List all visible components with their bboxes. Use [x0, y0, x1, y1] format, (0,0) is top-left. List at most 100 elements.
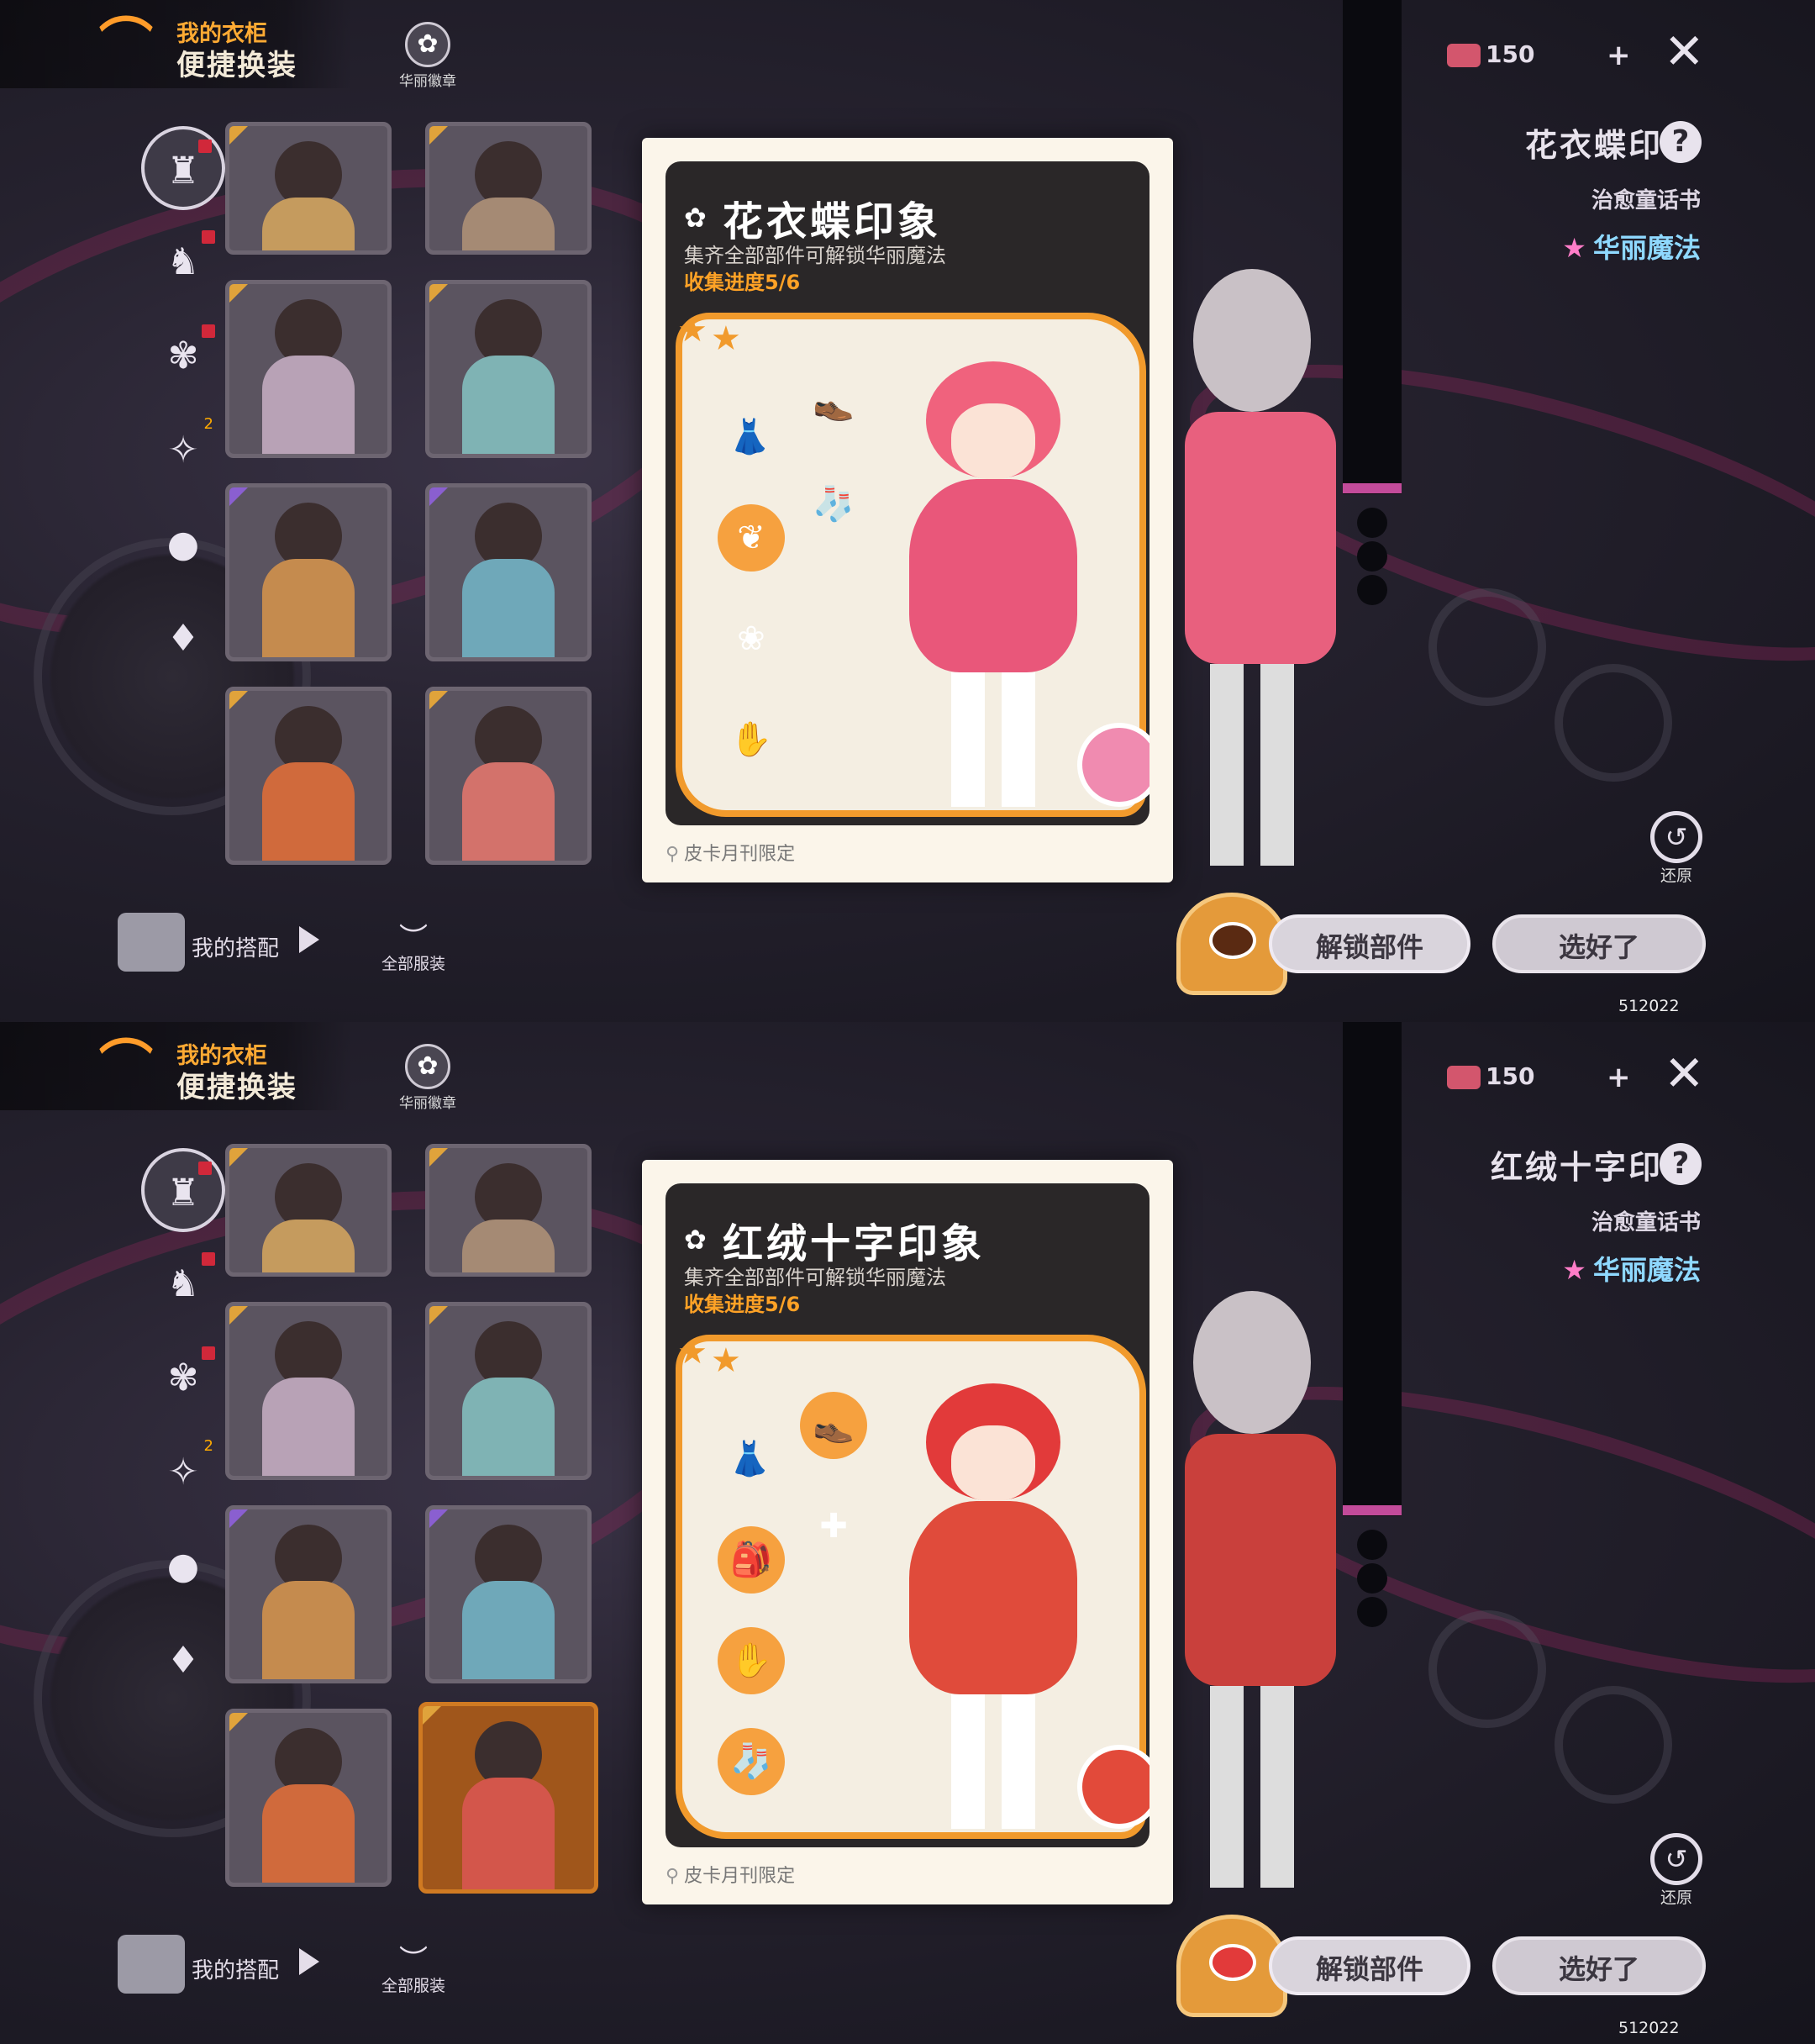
background-button-deco — [1555, 1686, 1672, 1804]
card-subtitle: 集齐全部部件可解锁华丽魔法 — [684, 244, 946, 267]
outfit-card[interactable] — [225, 1144, 392, 1277]
outfit-card[interactable] — [225, 687, 392, 865]
play-icon — [299, 926, 319, 953]
unlock-parts-button[interactable]: 解锁部件 — [1269, 914, 1470, 973]
hairpin-part-icon: ❦ — [718, 504, 785, 572]
sparkle-icon: ★ — [1562, 232, 1586, 264]
flower-badge-icon: ✿ — [405, 1044, 450, 1089]
background-button-deco — [1428, 588, 1546, 706]
eye-closed-icon: ︶ — [399, 922, 428, 956]
outfit-card[interactable] — [425, 687, 592, 865]
book-name: 治愈童话书 — [1591, 188, 1701, 213]
socks-part-icon: 🧦 — [718, 1728, 785, 1795]
dress-part-icon: 👗 — [729, 418, 771, 456]
gorgeous-badge-button[interactable]: ✿ 华丽徽章 — [392, 1044, 464, 1112]
all-clothes-button[interactable]: ︶ 全部服装 — [363, 1947, 464, 1996]
badge-label: 华丽徽章 — [399, 73, 456, 90]
nail-polish-icon[interactable]: ♦ — [141, 597, 225, 681]
card-artwork: ★ ★ 👗 👞 ❦ 🧦 ❀ ✋ — [676, 311, 1150, 817]
collection-progress: 收集进度5/6 — [684, 271, 801, 294]
card-inner: ✿ 花衣蝶印象 集齐全部部件可解锁华丽魔法 收集进度5/6 ★ ★ 👗 👞 ❦ … — [666, 161, 1150, 825]
outfit-card[interactable] — [225, 483, 392, 661]
source-label: 皮卡月刊限定 — [684, 844, 796, 865]
flower-badge-icon: ✿ — [405, 22, 450, 67]
accessory-icon[interactable]: ✾ — [141, 1336, 225, 1420]
outfit-card[interactable] — [425, 1302, 592, 1480]
location-pin-icon: ⚲ — [666, 1866, 680, 1887]
outfit-detail-card: ✿ 红绒十字印象 集齐全部部件可解锁华丽魔法 收集进度5/6 ★ ★ 👗 👞 🎒… — [642, 1160, 1173, 1904]
quick-change-title: 便捷换装 — [176, 49, 297, 82]
outfit-card[interactable] — [225, 1709, 392, 1887]
card-inner: ✿ 红绒十字印象 集齐全部部件可解锁华丽魔法 收集进度5/6 ★ ★ 👗 👞 🎒… — [666, 1183, 1150, 1847]
background-button-deco — [1555, 664, 1672, 782]
hair-icon[interactable]: ● — [141, 1525, 225, 1609]
all-clothes-button[interactable]: ︶ 全部服装 — [363, 922, 464, 974]
restore-button[interactable]: ↺ 还原 — [1647, 811, 1706, 886]
outfit-card[interactable] — [425, 483, 592, 661]
star-icon: ★ — [677, 1333, 708, 1372]
help-icon[interactable]: ? — [1660, 121, 1702, 163]
close-icon[interactable]: ✕ — [1664, 27, 1705, 76]
play-icon — [299, 1948, 319, 1975]
my-outfit-label: 我的搭配 — [192, 1958, 280, 1983]
unlock-parts-button[interactable]: 解锁部件 — [1269, 1936, 1470, 1995]
outfit-card[interactable] — [225, 1302, 392, 1480]
outfit-icon[interactable]: ♞ — [141, 220, 225, 304]
gloves-part-icon: ✋ — [730, 720, 772, 759]
outfit-avatar — [118, 1935, 185, 1994]
wand-icon[interactable]: ✧ 2 — [141, 1430, 225, 1515]
build-id: 512022 — [1618, 997, 1680, 1015]
outfit-card[interactable] — [425, 122, 592, 255]
outfit-card[interactable] — [225, 122, 392, 255]
restore-label: 还原 — [1660, 867, 1692, 885]
outfit-card[interactable] — [425, 1144, 592, 1277]
accessory-icon[interactable]: ✾ — [141, 314, 225, 398]
ticket-icon — [1447, 44, 1481, 67]
outfit-card[interactable] — [225, 280, 392, 458]
outfit-card[interactable] — [425, 280, 592, 458]
restore-button[interactable]: ↺ 还原 — [1647, 1833, 1706, 1908]
close-icon[interactable]: ✕ — [1664, 1049, 1705, 1098]
ticket-icon — [1447, 1066, 1481, 1089]
character-preview[interactable] — [1160, 269, 1378, 874]
currency-value: 150 — [1486, 1062, 1535, 1090]
outfit-icon[interactable]: ♞ — [141, 1242, 225, 1326]
hair-icon[interactable]: ● — [141, 503, 225, 587]
nail-polish-icon[interactable]: ♦ — [141, 1619, 225, 1703]
flower-badge-icon: ✿ — [684, 1224, 707, 1256]
outfit-card[interactable] — [225, 1505, 392, 1683]
badge-label: 华丽徽章 — [399, 1095, 456, 1112]
all-clothes-label: 全部服装 — [381, 1977, 445, 1995]
quick-change-title: 便捷换装 — [176, 1071, 297, 1104]
character-preview[interactable] — [1160, 1291, 1378, 1896]
help-icon[interactable]: ? — [1660, 1143, 1702, 1185]
coat-icon[interactable]: ♜ — [141, 126, 225, 210]
star-icon: ★ — [711, 1341, 741, 1380]
magic-label[interactable]: ★ 华丽魔法 — [1562, 1249, 1701, 1288]
wardrobe-screen-1: ⌒ 我的衣柜 便捷换装 ✿ 华丽徽章 ♜ ♞ ✾ ✧ 2 ● ♦ ✿ 花衣蝶印象 … — [0, 0, 1815, 1022]
gorgeous-badge-button[interactable]: ✿ 华丽徽章 — [392, 22, 464, 90]
outfit-card[interactable] — [425, 1505, 592, 1683]
outfit-card-selected[interactable] — [418, 1702, 598, 1894]
wand-icon[interactable]: ✧ 2 — [141, 408, 225, 493]
hanger-icon: ⌒ — [99, 1035, 153, 1098]
done-button[interactable]: 选好了 — [1492, 914, 1706, 973]
wardrobe-header: ⌒ 我的衣柜 便捷换装 — [0, 0, 353, 88]
location-pin-icon: ⚲ — [666, 844, 680, 865]
restore-icon: ↺ — [1650, 811, 1702, 863]
restore-icon: ↺ — [1650, 1833, 1702, 1885]
outfit-avatar — [118, 913, 185, 972]
flower-badge-icon: ✿ — [684, 202, 707, 234]
magic-label[interactable]: ★ 华丽魔法 — [1562, 227, 1701, 266]
add-currency-button[interactable]: + — [1607, 1061, 1631, 1094]
coat-icon[interactable]: ♜ — [141, 1148, 225, 1232]
card-subtitle: 集齐全部部件可解锁华丽魔法 — [684, 1266, 946, 1289]
done-button[interactable]: 选好了 — [1492, 1936, 1706, 1995]
wardrobe-screen-2: ⌒ 我的衣柜 便捷换装 ✿ 华丽徽章 ♜ ♞ ✾ ✧ 2 ● ♦ ✿ 红绒十字印象… — [0, 1022, 1815, 2044]
wardrobe-header: ⌒ 我的衣柜 便捷换装 — [0, 1022, 353, 1110]
build-id: 512022 — [1618, 2019, 1680, 2037]
currency-value: 150 — [1486, 40, 1535, 68]
card-artwork: ★ ★ 👗 👞 🎒 ✚ ✋ 🧦 — [676, 1333, 1150, 1839]
source-label: 皮卡月刊限定 — [684, 1866, 796, 1887]
add-currency-button[interactable]: + — [1607, 39, 1631, 72]
